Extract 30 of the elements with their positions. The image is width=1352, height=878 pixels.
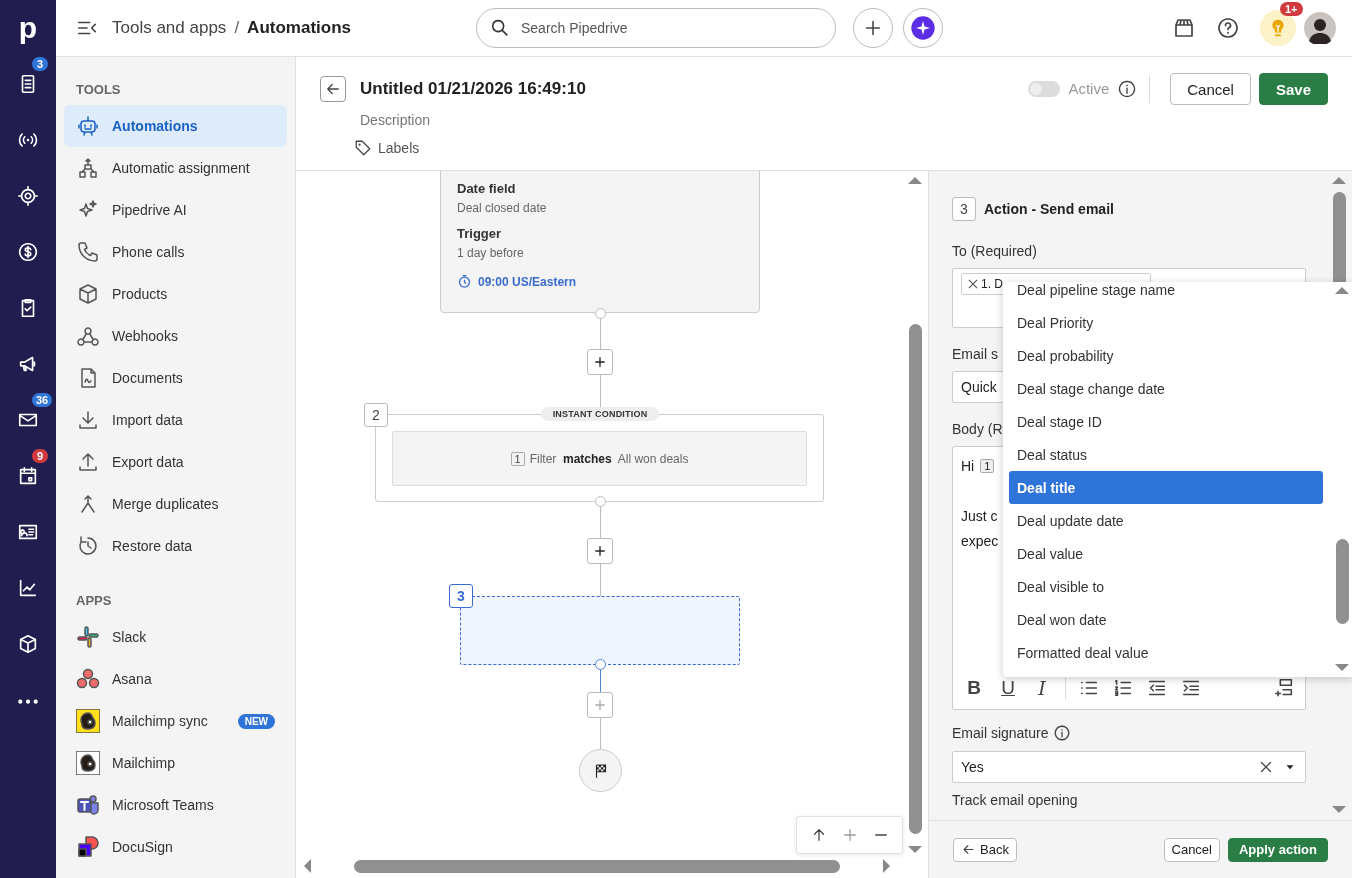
notification-badge: 1+ bbox=[1280, 2, 1303, 16]
count-badge: 9 bbox=[31, 448, 49, 464]
field-label: Trigger bbox=[457, 226, 503, 241]
body-text: Just c bbox=[961, 507, 998, 524]
new-badge: NEW bbox=[237, 713, 275, 729]
breadcrumb-separator: / bbox=[234, 18, 240, 38]
field-label: Date field bbox=[457, 181, 517, 196]
step-number: 2 bbox=[364, 403, 388, 427]
field-label: Email signature bbox=[952, 725, 1049, 741]
step-number: 3 bbox=[952, 197, 976, 221]
field-value: 1 day before bbox=[457, 246, 525, 260]
body-text: expec bbox=[961, 532, 999, 549]
field-label: Track email opening bbox=[952, 792, 1078, 808]
body-text: Hi bbox=[961, 457, 975, 474]
field-label: Email s bbox=[952, 346, 998, 362]
active-label: Active bbox=[1068, 80, 1110, 97]
section-heading: APPS bbox=[75, 592, 113, 610]
step-number: 3 bbox=[449, 584, 473, 608]
section-heading: TOOLS bbox=[75, 81, 122, 99]
field-value: Deal closed date bbox=[457, 201, 548, 215]
field-label: Body (R bbox=[952, 421, 1003, 437]
filter-text: Filter matches All won deals bbox=[529, 451, 689, 466]
condition-label: INSTANT CONDITION bbox=[541, 407, 659, 421]
filter-index: 1 bbox=[510, 451, 525, 466]
panel-title: Action - Send email bbox=[984, 201, 1114, 217]
field-label: To (Required) bbox=[952, 243, 1037, 259]
count-badge: 3 bbox=[31, 56, 49, 72]
page-title: Automations bbox=[247, 18, 351, 38]
count-badge: 36 bbox=[31, 392, 54, 408]
schedule-time: 09:00 US/Eastern bbox=[457, 274, 743, 289]
